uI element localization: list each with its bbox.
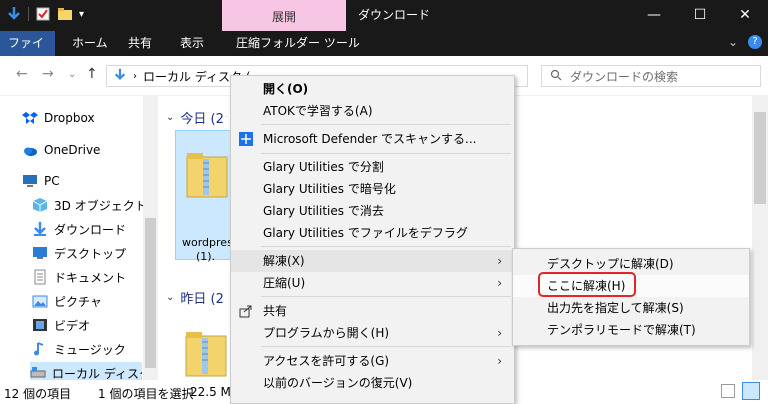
breadcrumb-chevron-icon[interactable]: ›: [133, 71, 137, 82]
menu-item-glary-erase[interactable]: Glary Utilities で消去: [231, 200, 514, 222]
large-icons-view-icon[interactable]: [742, 382, 760, 400]
menu-item-defender-scan[interactable]: Microsoft Defender でスキャンする...: [231, 128, 514, 150]
menu-item-compress[interactable]: 圧縮(U) ›: [231, 272, 514, 294]
nav-item-onedrive[interactable]: OneDrive: [22, 139, 100, 161]
submenu-item-extract-to[interactable]: 出力先を指定して解凍(S): [513, 297, 749, 319]
up-arrow-icon[interactable]: ↑: [86, 66, 98, 82]
content-scrollbar-thumb[interactable]: [754, 112, 766, 204]
search-field[interactable]: ダウンロードの検索: [541, 65, 761, 87]
cube-icon: [32, 197, 48, 213]
menu-item-glary-defrag[interactable]: Glary Utilities でファイルをデフラグ: [231, 222, 514, 244]
address-download-icon: [113, 68, 127, 85]
menu-item-glary-split[interactable]: Glary Utilities で分割: [231, 156, 514, 178]
menu-item-extract[interactable]: 解凍(X) ›: [231, 250, 514, 272]
tab-home[interactable]: ホーム: [62, 31, 118, 56]
document-icon: [32, 269, 48, 285]
nav-item-pc[interactable]: PC: [22, 170, 60, 192]
menu-item-open-with[interactable]: プログラムから開く(H) ›: [231, 322, 514, 344]
details-view-icon[interactable]: [721, 384, 735, 398]
nav-item-3d-objects[interactable]: 3D オブジェクト: [32, 194, 147, 216]
search-placeholder: ダウンロードの検索: [570, 69, 679, 84]
forward-arrow-icon[interactable]: →: [42, 66, 54, 82]
menu-item-share[interactable]: 共有: [231, 300, 514, 322]
share-icon: [238, 303, 254, 319]
menu-item-atok-learn[interactable]: ATOKで学習する(A): [231, 100, 514, 122]
context-tab-extract[interactable]: 展開: [222, 0, 346, 31]
tab-compressed-folder-tools[interactable]: 圧縮フォルダー ツール: [226, 31, 370, 56]
nav-item-videos[interactable]: ビデオ: [32, 314, 90, 336]
new-folder-icon[interactable]: [57, 6, 73, 22]
tab-file[interactable]: ファイル: [0, 31, 55, 75]
nav-item-dropbox[interactable]: Dropbox: [22, 107, 95, 129]
recent-dropdown-icon[interactable]: ⌄: [68, 69, 76, 80]
disk-icon: [30, 365, 46, 381]
zip-archive-icon: [185, 332, 227, 377]
menu-item-give-access[interactable]: アクセスを許可する(G) ›: [231, 350, 514, 372]
submenu-arrow-icon: ›: [497, 326, 502, 340]
maximize-button[interactable]: ☐: [677, 0, 723, 31]
cloud-icon: [22, 142, 38, 158]
download-folder-icon[interactable]: [6, 6, 22, 22]
status-item-count: 12 個の項目: [4, 387, 72, 401]
desktop-icon: [32, 245, 48, 261]
file-name-line-2: (1).: [196, 250, 216, 263]
download-icon: [32, 221, 48, 237]
close-button[interactable]: ✕: [722, 0, 768, 31]
help-icon[interactable]: ?: [748, 35, 762, 49]
highlight-annotation: [538, 272, 636, 297]
expand-ribbon-icon[interactable]: ⌄: [728, 35, 738, 49]
video-icon: [32, 317, 48, 333]
tab-view[interactable]: 表示: [170, 31, 214, 56]
nav-item-desktop[interactable]: デスクトップ: [32, 242, 126, 264]
picture-icon: [32, 293, 48, 309]
qat-dropdown-icon[interactable]: ▾: [79, 9, 84, 20]
zip-archive-icon: [186, 153, 228, 198]
context-menu: 開く(O) ATOKで学習する(A) Microsoft Defender でス…: [230, 75, 515, 404]
nav-item-downloads[interactable]: ダウンロード: [32, 218, 126, 240]
submenu-arrow-icon: ›: [497, 276, 502, 290]
dropbox-icon: [22, 110, 38, 126]
title-bar: ▾ 展開 ダウンロード — ☐ ✕: [0, 0, 768, 31]
properties-icon[interactable]: [35, 6, 51, 22]
menu-item-open[interactable]: 開く(O): [231, 78, 514, 100]
status-size: 22.5 M: [190, 385, 231, 399]
file-name-line-1: wordpres: [182, 236, 230, 249]
music-icon: [32, 341, 48, 357]
menu-item-glary-encrypt[interactable]: Glary Utilities で暗号化: [231, 178, 514, 200]
back-arrow-icon[interactable]: ←: [16, 66, 28, 82]
collapse-chevron-icon[interactable]: ⌄: [166, 292, 174, 303]
group-header-yesterday[interactable]: ⌄ 昨日 (2: [166, 288, 224, 307]
status-selected-count: 1 個の項目を選択: [98, 387, 194, 401]
tab-share[interactable]: 共有: [118, 31, 162, 56]
nav-item-pictures[interactable]: ピクチャ: [32, 290, 102, 312]
extract-submenu: デスクトップに解凍(D) ここに解凍(H) 出力先を指定して解凍(S) テンポラ…: [512, 248, 750, 346]
submenu-arrow-icon: ›: [497, 354, 502, 368]
nav-item-documents[interactable]: ドキュメント: [32, 266, 126, 288]
minimize-button[interactable]: —: [631, 0, 677, 31]
nav-item-music[interactable]: ミュージック: [32, 338, 126, 360]
menu-item-restore-previous[interactable]: 以前のバージョンの復元(V): [231, 372, 514, 394]
search-icon: [550, 69, 562, 84]
ribbon-tabs: ファイル ホーム 共有 表示 圧縮フォルダー ツール ⌄ ?: [0, 31, 768, 75]
quick-access-toolbar: ▾: [6, 6, 84, 22]
collapse-chevron-icon[interactable]: ⌄: [166, 112, 174, 123]
pc-icon: [22, 173, 38, 189]
shield-icon: [238, 131, 254, 147]
submenu-item-extract-temp[interactable]: テンポラリモードで解凍(T): [513, 319, 749, 341]
group-header-today[interactable]: ⌄ 今日 (2: [166, 108, 224, 127]
submenu-arrow-icon: ›: [497, 254, 502, 268]
window-title: ダウンロード: [358, 8, 431, 22]
nav-scrollbar-thumb[interactable]: [145, 218, 156, 368]
